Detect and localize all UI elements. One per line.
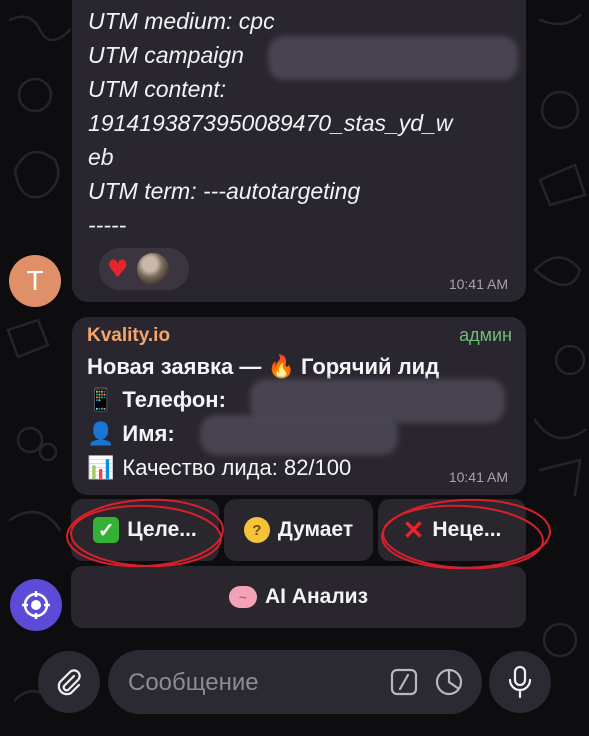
lead-message-bubble[interactable]: Kvality.io админ Новая заявка — 🔥 Горячи… [72, 317, 526, 495]
chart-icon: 📊 [87, 455, 115, 480]
target-lead-label: Целе... [127, 518, 197, 541]
utm-content-value-wrap: eb [88, 144, 114, 170]
sender-avatar[interactable]: T [9, 255, 61, 307]
name-row: 👤 Имя: [87, 421, 175, 447]
target-icon [22, 591, 50, 619]
attach-button[interactable] [38, 651, 100, 713]
heart-reaction-icon[interactable]: ♥ [107, 257, 129, 281]
ai-analysis-button[interactable]: ~ AI Анализ [71, 566, 526, 628]
thinking-label: Думает [277, 518, 354, 541]
sticker-icon[interactable] [434, 667, 464, 697]
not-target-lead-label: Неце... [432, 518, 502, 541]
check-mark-icon: ✓ [93, 517, 120, 543]
reaction-user-avatar[interactable] [136, 253, 169, 285]
message-time: 10:41 AM [448, 469, 508, 485]
utm-divider-line: ----- [88, 212, 127, 238]
message-reactions[interactable]: ♥ [99, 248, 189, 290]
brain-icon: ~ [228, 586, 257, 608]
redacted-name-value [200, 415, 398, 455]
quality-row: 📊 Качество лида: 82/100 [87, 455, 351, 481]
voice-message-button[interactable] [489, 651, 551, 713]
bot-menu-icon[interactable] [10, 579, 62, 631]
phone-row: 📱 Телефон: [87, 387, 226, 413]
ai-analysis-label: AI Анализ [264, 585, 369, 608]
utm-term-line: UTM term: ---autotargeting [88, 178, 361, 204]
utm-message-bubble[interactable]: UTM medium: cpc UTM campaign UTM content… [72, 0, 526, 302]
message-input[interactable] [126, 666, 380, 700]
phone-icon: 📱 [87, 387, 115, 412]
thinking-face-icon: ? [243, 517, 270, 543]
phone-label: Телефон: [122, 387, 226, 412]
cross-mark-icon: ✕ [402, 515, 425, 545]
not-target-lead-button[interactable]: ✕ Неце... [378, 499, 526, 561]
utm-medium-line: UTM medium: cpc [88, 8, 275, 34]
message-time: 10:41 AM [448, 276, 508, 292]
commands-icon[interactable] [390, 668, 418, 696]
name-label: Имя: [122, 421, 175, 446]
lead-quality: Качество лида: 82/100 [122, 455, 352, 480]
message-composer[interactable] [108, 650, 482, 714]
target-lead-button[interactable]: ✓ Целе... [71, 499, 219, 561]
lead-title-text: Новая заявка — 🔥 Горячий лид [87, 354, 440, 379]
admin-badge: админ [459, 325, 512, 345]
microphone-icon [508, 665, 532, 699]
paperclip-icon [57, 669, 81, 696]
redacted-campaign-value [268, 36, 518, 80]
person-icon: 👤 [87, 421, 115, 446]
sender-name[interactable]: Kvality.io [87, 325, 170, 347]
utm-content-value: 1914193873950089470_stas_yd_w [88, 110, 453, 136]
thinking-button[interactable]: ? Думает [224, 499, 373, 561]
lead-title: Новая заявка — 🔥 Горячий лид [87, 354, 439, 380]
